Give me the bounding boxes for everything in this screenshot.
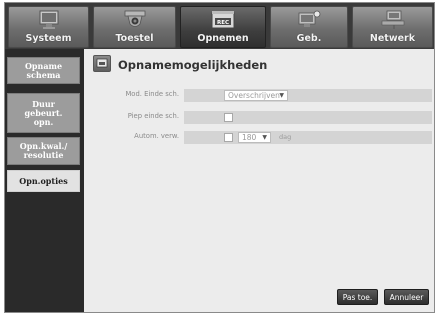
options-panel: Opnamemogelijkheden Mod. Einde sch. Over… (84, 49, 434, 312)
chevron-down-icon: ▼ (279, 92, 284, 99)
recording-setup-window: Systeem Toestel REC Opnemen Geb. Netwerk… (4, 2, 435, 313)
event-icon (296, 10, 322, 34)
beep-end-checkbox[interactable] (224, 113, 233, 122)
tab-label: Toestel (115, 33, 154, 44)
tab-label: Geb. (296, 33, 322, 44)
auto-delete-label: Autom. verw. (134, 132, 179, 140)
menu-item-duur-gebeurt-opn[interactable]: Duur gebeurt. opn. (7, 93, 80, 133)
network-icon (380, 10, 406, 34)
camera-icon (123, 10, 147, 34)
auto-delete-days-dropdown[interactable]: 180 ▼ (238, 132, 271, 143)
tab-netwerk[interactable]: Netwerk (352, 6, 433, 48)
tab-label: Netwerk (369, 33, 416, 44)
tab-opnemen[interactable]: REC Opnemen (180, 6, 266, 48)
auto-delete-row: Autom. verw. 180 ▼ dag (92, 131, 432, 144)
beep-end-row: Piep einde sch. (92, 111, 432, 124)
page-title: Opnamemogelijkheden (118, 58, 268, 72)
rec-badge: REC (217, 20, 229, 26)
main-tab-bar: Systeem Toestel REC Opnemen Geb. Netwerk (5, 3, 434, 49)
auto-delete-checkbox[interactable] (224, 133, 233, 142)
tab-label: Opnemen (197, 33, 249, 44)
mode-end-dropdown[interactable]: Overschrijven ▼ (224, 90, 288, 101)
menu-item-opn-opties[interactable]: Opn.opties (7, 170, 80, 192)
menu-item-opn-kwal-resolutie[interactable]: Opn.kwal./ resolutie (7, 137, 80, 165)
setting-band: Overschrijven ▼ (184, 89, 432, 102)
setting-band: 180 ▼ dag (184, 131, 432, 144)
cancel-button[interactable]: Annuleer (384, 289, 429, 305)
menu-item-opname-schema[interactable]: Opname schema (7, 57, 80, 84)
days-unit-label: dag (279, 133, 292, 141)
tab-label: Systeem (25, 33, 72, 44)
monitor-icon (38, 10, 60, 34)
apply-button[interactable]: Pas toe. (337, 289, 378, 305)
beep-end-label: Piep einde sch. (127, 112, 179, 120)
mode-end-label: Mod. Einde sch. (125, 90, 179, 98)
tab-geb[interactable]: Geb. (270, 6, 348, 48)
mode-end-value: Overschrijven (228, 91, 280, 100)
auto-delete-days-value: 180 (242, 133, 257, 142)
chevron-down-icon: ▼ (262, 134, 267, 141)
tab-systeem[interactable]: Systeem (8, 6, 89, 48)
setting-band (184, 111, 432, 124)
side-menu: Opname schema Duur gebeurt. opn. Opn.kwa… (5, 49, 84, 312)
recording-options-icon (93, 55, 111, 72)
mode-end-row: Mod. Einde sch. Overschrijven ▼ (92, 89, 432, 102)
tab-toestel[interactable]: Toestel (93, 6, 176, 48)
